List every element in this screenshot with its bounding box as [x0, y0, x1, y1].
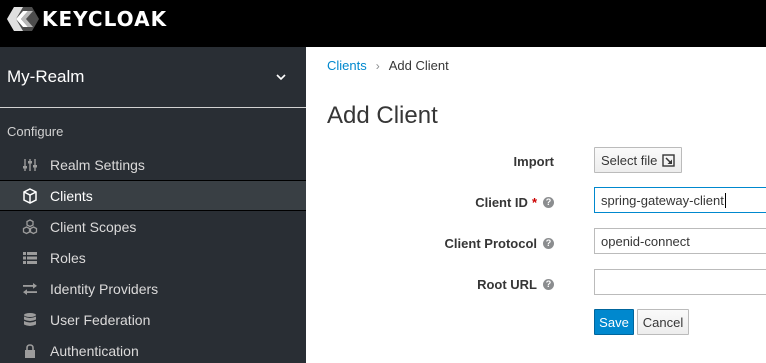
sidebar-item-label: Client Scopes — [50, 218, 137, 235]
page-title: Add Client — [327, 102, 438, 129]
sidebar-nav: Realm Settings Clients Client Scopes Rol… — [0, 149, 306, 363]
keycloak-logo-text: KEYCLOAK — [42, 7, 168, 31]
sliders-icon — [22, 157, 38, 173]
client-id-label: Client ID * ? — [475, 187, 554, 217]
sidebar-item-label: Realm Settings — [50, 156, 145, 173]
external-link-icon — [662, 153, 676, 167]
breadcrumb-current: Add Client — [388, 58, 449, 73]
form-actions: Save Cancel — [306, 309, 766, 339]
cube-icon — [22, 187, 38, 204]
top-header: KEYCLOAK — [0, 0, 766, 47]
sidebar-item-clients[interactable]: Clients — [0, 180, 306, 211]
client-id-input[interactable]: spring-gateway-client — [594, 187, 766, 213]
sidebar-item-user-federation[interactable]: User Federation — [0, 304, 306, 335]
sidebar-item-label: Clients — [50, 187, 93, 204]
help-icon[interactable]: ? — [543, 237, 554, 249]
root-url-label: Root URL ? — [477, 269, 554, 299]
sidebar-item-label: Identity Providers — [50, 280, 159, 297]
form-row-root-url: Root URL ? — [306, 269, 766, 299]
keycloak-logo-icon — [6, 6, 40, 32]
root-url-input[interactable] — [594, 269, 766, 295]
client-id-label-text: Client ID — [475, 194, 528, 210]
cancel-button[interactable]: Cancel — [637, 309, 689, 335]
import-label: Import — [514, 146, 554, 176]
breadcrumb: Clients › Add Client — [327, 58, 449, 73]
section-label-configure: Configure — [7, 124, 64, 139]
exchange-icon — [22, 281, 38, 297]
required-marker: * — [531, 194, 537, 210]
sidebar-item-authentication[interactable]: Authentication — [0, 335, 306, 363]
sidebar-item-roles[interactable]: Roles — [0, 242, 306, 273]
client-protocol-value: openid-connect — [601, 233, 690, 249]
select-file-button[interactable]: Select file — [594, 147, 683, 173]
breadcrumb-link-clients[interactable]: Clients — [327, 58, 367, 73]
breadcrumb-separator: › — [375, 58, 380, 73]
cubes-icon — [22, 218, 38, 235]
client-protocol-select[interactable]: openid-connect — [594, 228, 766, 254]
realm-selector[interactable]: My-Realm — [0, 47, 306, 108]
text-cursor — [724, 192, 726, 208]
sidebar-item-identity-providers[interactable]: Identity Providers — [0, 273, 306, 304]
database-icon — [22, 312, 38, 328]
realm-name: My-Realm — [7, 67, 85, 86]
form-row-client-protocol: Client Protocol ? openid-connect — [306, 228, 766, 258]
sidebar-item-realm-settings[interactable]: Realm Settings — [0, 149, 306, 180]
form-row-import: Import Select file — [306, 146, 766, 176]
client-id-value: spring-gateway-client — [601, 192, 724, 208]
sidebar-item-label: Authentication — [50, 342, 139, 359]
client-protocol-label: Client Protocol ? — [445, 228, 554, 258]
form-row-client-id: Client ID * ? spring-gateway-client — [306, 187, 766, 217]
sidebar: My-Realm Configure Realm Settings Client… — [0, 47, 306, 363]
root-url-label-text: Root URL — [477, 276, 537, 292]
select-file-label: Select file — [601, 152, 658, 168]
help-icon[interactable]: ? — [543, 196, 554, 208]
save-button[interactable]: Save — [594, 309, 634, 335]
import-label-text: Import — [513, 153, 554, 169]
sidebar-item-label: Roles — [50, 249, 86, 266]
keycloak-logo[interactable]: KEYCLOAK — [6, 6, 167, 32]
client-protocol-label-text: Client Protocol — [444, 235, 537, 251]
lock-icon — [22, 343, 38, 359]
sidebar-item-client-scopes[interactable]: Client Scopes — [0, 211, 306, 242]
list-icon — [22, 250, 38, 266]
main-content: Clients › Add Client Add Client Import S… — [306, 47, 766, 363]
sidebar-item-label: User Federation — [50, 311, 151, 328]
chevron-down-icon — [276, 69, 286, 81]
help-icon[interactable]: ? — [543, 278, 554, 290]
